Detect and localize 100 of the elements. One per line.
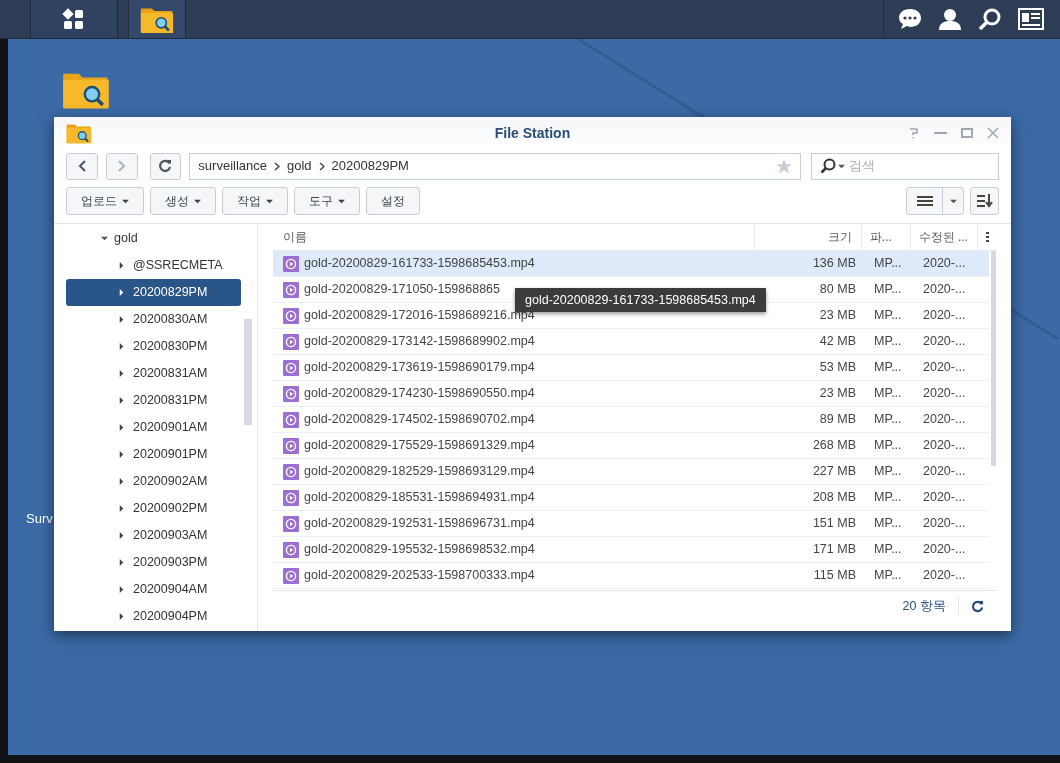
caret-icon — [118, 316, 125, 323]
search-icon[interactable] — [978, 7, 1002, 31]
tree-item[interactable]: @SSRECMETA — [66, 252, 241, 279]
file-size: 89 MB — [818, 411, 857, 429]
file-row[interactable]: gold-20200829-185531-1598694931.mp4 208 MB MP... 2020-... — [273, 485, 989, 511]
tree-item[interactable]: gold — [54, 225, 257, 252]
video-file-icon — [283, 307, 299, 324]
file-row[interactable]: gold-20200829-202533-1598700333.mp4 115 MB MP... 2020-... — [273, 563, 989, 589]
file-size: 53 MB — [818, 359, 857, 377]
search-input[interactable]: 검색 — [849, 156, 990, 176]
file-row[interactable]: gold-20200829-195532-1598698532.mp4 171 MB MP... 2020-... — [273, 537, 989, 563]
search-field[interactable]: 검색 — [811, 152, 999, 180]
tree-item[interactable]: 20200904PM — [66, 603, 241, 630]
file-row[interactable]: gold-20200829-161733-1598685453.mp4 136 MB MP... 2020-... — [273, 251, 989, 277]
file-name: gold-20200829-192531-1598696731.mp4 — [304, 515, 535, 533]
view-mode-button[interactable] — [906, 187, 964, 215]
path-segment[interactable]: 20200829PM — [331, 156, 409, 176]
scrollbar-thumb[interactable] — [244, 319, 252, 425]
chevron-right-icon — [117, 160, 126, 172]
caret-icon — [338, 197, 345, 205]
video-file-icon — [283, 541, 299, 558]
file-type: MP... — [873, 489, 903, 507]
refresh-icon — [158, 159, 173, 173]
file-type: MP... — [873, 281, 903, 299]
file-modified: 2020-... — [922, 463, 967, 481]
file-row[interactable]: gold-20200829-173619-1598690179.mp4 53 MB MP... 2020-... — [273, 355, 989, 381]
toolbar-button[interactable]: 도구 — [294, 187, 360, 215]
tree-item[interactable]: 20200901AM — [66, 414, 241, 441]
file-type: MP... — [873, 437, 903, 455]
file-modified: 2020-... — [922, 541, 967, 559]
file-name: gold-20200829-185531-1598694931.mp4 — [304, 489, 535, 507]
caret-icon — [118, 505, 125, 512]
main-menu-button[interactable] — [30, 0, 118, 38]
caret-icon — [101, 235, 108, 242]
refresh-button[interactable] — [149, 152, 182, 180]
file-row[interactable]: gold-20200829-182529-1598693129.mp4 227 MB MP... 2020-... — [273, 459, 989, 485]
tree-item[interactable]: 20200829PM — [66, 279, 241, 306]
toolbar-button[interactable]: 생성 — [150, 187, 216, 215]
more-icon[interactable] — [985, 232, 989, 242]
column-header[interactable]: 파... — [860, 224, 910, 250]
caret-icon — [118, 532, 125, 539]
file-size: 80 MB — [818, 281, 857, 299]
file-modified: 2020-... — [922, 281, 967, 299]
file-row[interactable]: gold-20200829-173142-1598689902.mp4 42 MB MP... 2020-... — [273, 329, 989, 355]
file-modified: 2020-... — [922, 411, 967, 429]
file-size: 268 MB — [811, 437, 857, 455]
sort-button[interactable] — [970, 187, 999, 215]
column-header[interactable]: 이름 — [273, 224, 754, 250]
toolbar-button[interactable]: 업로드 — [66, 187, 144, 215]
chevron-right-icon — [274, 161, 280, 171]
tree-item[interactable]: 20200904AM — [66, 576, 241, 603]
user-icon[interactable] — [938, 7, 962, 31]
file-row[interactable]: gold-20200829-192531-1598696731.mp4 151 MB MP... 2020-... — [273, 511, 989, 537]
path-field[interactable]: surveillance gold 20200829PM — [189, 152, 801, 180]
file-row[interactable]: gold-20200829-174502-1598690702.mp4 89 MB MP... 2020-... — [273, 407, 989, 433]
tree-item[interactable]: 20200902PM — [66, 495, 241, 522]
chat-icon[interactable] — [898, 8, 922, 30]
tree-item[interactable]: 20200831PM — [66, 387, 241, 414]
path-segment[interactable]: gold — [287, 156, 312, 176]
back-button[interactable] — [66, 152, 98, 180]
caret-icon — [949, 197, 957, 205]
file-type: MP... — [873, 541, 903, 559]
file-modified: 2020-... — [922, 437, 967, 455]
taskbar-app-button[interactable] — [128, 0, 186, 38]
file-type: MP... — [873, 567, 903, 585]
file-name: gold-20200829-175529-1598691329.mp4 — [304, 437, 535, 455]
tree-item[interactable]: 20200831AM — [66, 360, 241, 387]
toolbar-button[interactable]: 작업 — [222, 187, 288, 215]
desktop-icon-label[interactable]: Surv — [26, 509, 53, 529]
tree-item[interactable]: 20200830PM — [66, 333, 241, 360]
caret-icon — [194, 197, 201, 205]
caret-icon — [118, 397, 125, 404]
caret-icon — [118, 478, 125, 485]
file-type: MP... — [873, 385, 903, 403]
video-file-icon — [283, 333, 299, 350]
tree-item[interactable]: 20200830AM — [66, 306, 241, 333]
search-icon — [820, 158, 836, 174]
tree-item[interactable]: 20200903AM — [66, 522, 241, 549]
column-header[interactable]: 수정된 ... — [909, 224, 978, 250]
file-row[interactable]: gold-20200829-174230-1598690550.mp4 23 MB MP... 2020-... — [273, 381, 989, 407]
column-header[interactable]: 크기 — [753, 224, 861, 250]
tree-item[interactable]: 20200901PM — [66, 441, 241, 468]
caret-icon — [118, 262, 125, 269]
file-type: MP... — [873, 411, 903, 429]
widgets-icon[interactable] — [1018, 8, 1044, 30]
caret-icon — [118, 613, 125, 620]
refresh-icon[interactable] — [971, 599, 984, 613]
path-segment[interactable]: surveillance — [198, 156, 267, 176]
file-size: 23 MB — [818, 385, 857, 403]
tree-item[interactable]: 20200902AM — [66, 468, 241, 495]
file-size: 136 MB — [811, 255, 857, 273]
file-type: MP... — [873, 333, 903, 351]
star-icon[interactable] — [776, 158, 792, 174]
caret-icon — [118, 451, 125, 458]
video-file-icon — [283, 437, 299, 454]
file-name: gold-20200829-171050-159868865 — [304, 281, 500, 299]
toolbar-button[interactable]: 설정 — [366, 187, 420, 215]
file-size: 115 MB — [812, 567, 857, 585]
file-row[interactable]: gold-20200829-175529-1598691329.mp4 268 MB MP... 2020-... — [273, 433, 989, 459]
tree-item[interactable]: 20200903PM — [66, 549, 241, 576]
